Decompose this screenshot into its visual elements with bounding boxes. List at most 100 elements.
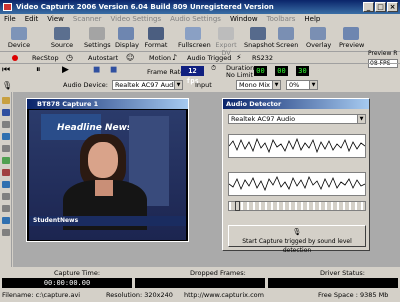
- duration-seconds[interactable]: 30: [296, 66, 309, 76]
- driver-status-label: Driver Status:: [320, 269, 365, 277]
- format-button[interactable]: Format: [144, 25, 168, 52]
- folder-icon[interactable]: [2, 97, 10, 104]
- video-preview: Headline News StudentNews: [29, 110, 186, 240]
- chevron-down-icon: ▼: [272, 81, 280, 89]
- duration-minutes[interactable]: 00: [275, 66, 288, 76]
- filename-text: Filename: c:\capture.avi: [2, 291, 81, 299]
- export-dv-button[interactable]: Export DV: [212, 25, 240, 57]
- capture-icon[interactable]: [2, 193, 10, 200]
- back-icon[interactable]: ⏮: [2, 65, 10, 75]
- input-label: Input: [195, 81, 212, 89]
- status-bar: Capture Time: Dropped Frames: Driver Sta…: [0, 267, 400, 302]
- overlay-button[interactable]: Overlay: [306, 25, 331, 52]
- menu-audio-settings[interactable]: Audio Settings: [170, 14, 221, 25]
- slider-thumb[interactable]: [235, 201, 240, 211]
- audio-device-label: Audio Device:: [63, 81, 108, 89]
- audio-device-select[interactable]: Realtek AC97 Audio ▼: [112, 80, 183, 90]
- dropped-frames-value: [135, 278, 265, 288]
- export-dv-icon: [218, 27, 234, 40]
- stereo-icon[interactable]: ◼: [93, 65, 100, 75]
- app-window: Video Capturix 2006 Version 6.04 Build 8…: [0, 0, 400, 302]
- audio-trigger-button[interactable]: Audio Trigged: [187, 52, 231, 64]
- monitor-icon[interactable]: [2, 133, 10, 140]
- frame-rate-value[interactable]: 12 fps: [181, 66, 204, 85]
- input-select[interactable]: Mono Mix ▼: [236, 80, 281, 90]
- tv-icon[interactable]: [2, 181, 10, 188]
- mono-icon[interactable]: ◼: [110, 65, 117, 75]
- duration-value: No Limit: [226, 71, 254, 79]
- chevron-down-icon: ▼: [309, 81, 317, 89]
- source-icon: [54, 27, 70, 40]
- recstop-button[interactable]: RecStop: [32, 52, 59, 64]
- minimize-button[interactable]: _: [363, 2, 374, 12]
- source-button[interactable]: Source: [50, 25, 74, 52]
- mic-icon: 🎙: [292, 228, 302, 236]
- print-icon[interactable]: [2, 121, 10, 128]
- website-link[interactable]: http://www.capturix.com: [184, 291, 264, 299]
- fullscreen-button[interactable]: Fullscreen: [178, 25, 211, 52]
- window-title: Video Capturix 2006 Version 6.04 Build 8…: [16, 3, 274, 11]
- display-button[interactable]: Display: [115, 25, 139, 52]
- driver-status-value: [268, 278, 398, 288]
- settings-icon: [89, 27, 105, 40]
- menu-video-settings[interactable]: Video Settings: [111, 14, 162, 25]
- volume-select[interactable]: 0% ▼: [286, 80, 318, 90]
- duration-hours[interactable]: 00: [254, 66, 267, 76]
- menu-toolbars[interactable]: Toolbars: [267, 14, 296, 25]
- play-icon[interactable]: ▶: [62, 65, 69, 75]
- sound-level-slider[interactable]: [228, 201, 366, 211]
- capture-window[interactable]: BT878 Capture 1 Headline News StudentNew…: [26, 98, 189, 242]
- menu-edit[interactable]: Edit: [25, 14, 39, 25]
- record-icon[interactable]: [12, 52, 18, 64]
- web-icon[interactable]: [2, 157, 10, 164]
- clock-icon: ◷: [66, 53, 73, 62]
- save-icon[interactable]: [2, 109, 10, 116]
- screen-icon: [278, 27, 294, 40]
- snapshot-button[interactable]: Snapshot: [244, 25, 274, 52]
- plug-icon: ⚡: [236, 53, 242, 62]
- dropped-frames-label: Dropped Frames:: [190, 269, 246, 277]
- audio-detector-device-select[interactable]: Realtek AC97 Audio ▼: [228, 114, 366, 124]
- pause-icon[interactable]: ⏸: [36, 65, 41, 75]
- display-icon: [118, 27, 134, 40]
- audio-detector-window[interactable]: Audio Detector Realtek AC97 Audio ▼ 🎙 St…: [222, 98, 370, 254]
- menu-window[interactable]: Window: [230, 14, 258, 25]
- news-logo-text: Headline News: [57, 123, 133, 133]
- free-space-text: Free Space : 9385 Mb: [318, 291, 389, 299]
- menu-scanner[interactable]: Scanner: [73, 14, 102, 25]
- settings-icon[interactable]: [2, 145, 10, 152]
- motion-icon: ☺: [126, 53, 135, 62]
- fullscreen-icon: [185, 27, 201, 40]
- pencil-icon[interactable]: [2, 229, 10, 236]
- audio-icon[interactable]: [2, 169, 10, 176]
- scan-icon[interactable]: [2, 217, 10, 224]
- capture-time-value: 00:00:00.00: [2, 278, 132, 288]
- chevron-down-icon: ▼: [174, 81, 182, 89]
- app-icon: [3, 3, 12, 11]
- capture-window-title: BT878 Capture 1: [27, 99, 188, 109]
- menu-view[interactable]: View: [47, 14, 64, 25]
- close-button[interactable]: ×: [387, 2, 398, 12]
- screen-button[interactable]: Screen: [276, 25, 298, 52]
- speaker-icon: ♪: [172, 53, 178, 62]
- maximize-button[interactable]: □: [375, 2, 386, 12]
- device-button[interactable]: Device: [6, 25, 32, 52]
- motion-button[interactable]: Motion: [149, 52, 171, 64]
- mdi-workspace: BT878 Capture 1 Headline News StudentNew…: [13, 92, 400, 267]
- capture-toolbar: RecStop ◷ Autostart ☺ Motion ♪ Audio Tri…: [0, 52, 400, 64]
- rs232-button[interactable]: RS232: [252, 52, 273, 64]
- autostart-button[interactable]: Autostart: [88, 52, 118, 64]
- audio-detector-title: Audio Detector: [223, 99, 369, 109]
- menu-file[interactable]: File: [4, 14, 16, 25]
- start-capture-button[interactable]: 🎙 Start Capture trigged by sound level d…: [228, 225, 366, 254]
- resolution-text: Resolution: 320x240: [106, 291, 173, 299]
- main-toolbar: Device Source Settings Display Format Fu…: [0, 25, 400, 68]
- preview-button[interactable]: Preview: [339, 25, 364, 52]
- student-news-text: StudentNews: [33, 217, 79, 224]
- preview-icon: [343, 27, 359, 40]
- device-icon: [11, 27, 27, 40]
- menu-help[interactable]: Help: [304, 14, 320, 25]
- overlay-icon: [310, 27, 326, 40]
- list-icon[interactable]: [2, 205, 10, 212]
- settings-button[interactable]: Settings: [84, 25, 111, 52]
